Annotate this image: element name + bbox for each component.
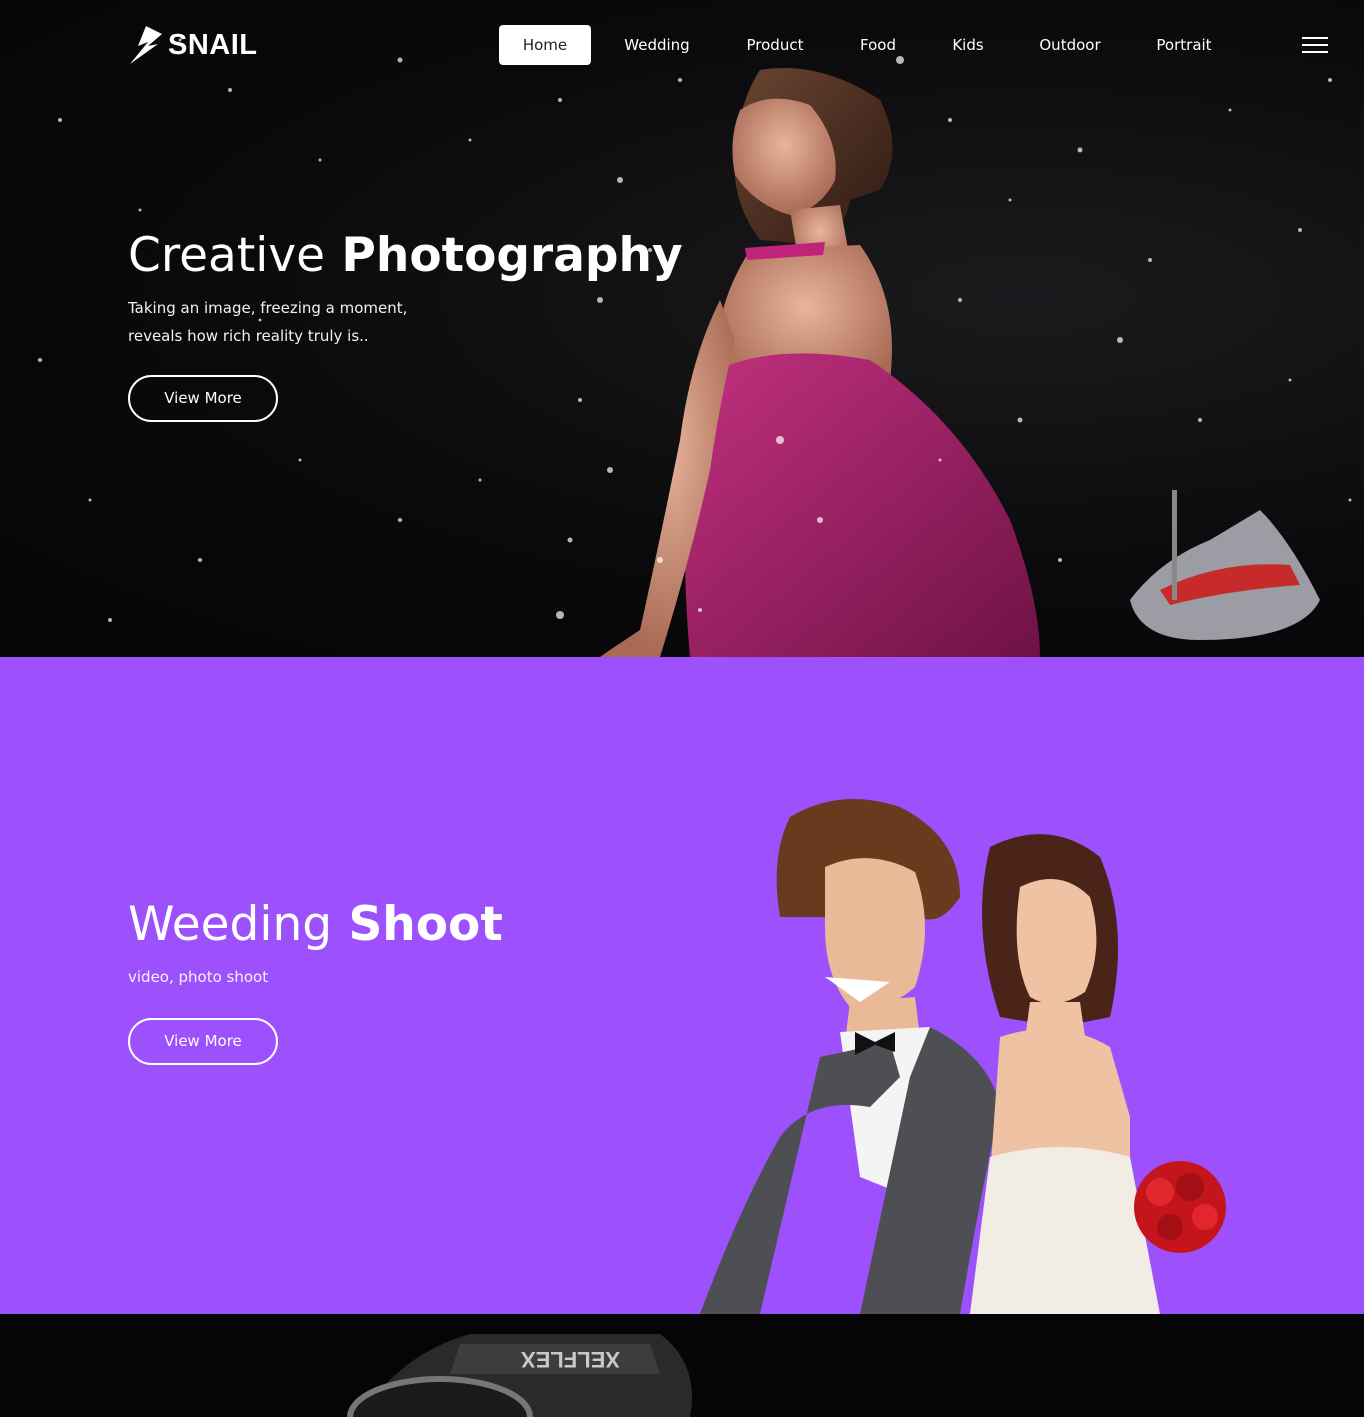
camera-brand-label: XELFLEX [521, 1347, 620, 1372]
nav-item-kids[interactable]: Kids [943, 25, 993, 65]
hero-title-bold: Photography [341, 228, 683, 283]
hero-title-light: Creative [128, 228, 326, 283]
wedding-description: video, photo shoot [128, 968, 269, 986]
wedding-couple-photo [700, 799, 1226, 1314]
hamburger-icon[interactable] [1302, 37, 1328, 53]
nav-item-outdoor[interactable]: Outdoor [1030, 25, 1110, 65]
hero-description-line: Taking an image, freezing a moment, [128, 299, 408, 317]
nav-item-portrait[interactable]: Portrait [1144, 25, 1224, 65]
wedding-view-more-button[interactable]: View More [128, 1018, 278, 1065]
hero-description: Taking an image, freezing a moment, reve… [128, 294, 458, 350]
nav-item-product[interactable]: Product [735, 25, 815, 65]
nav-item-food[interactable]: Food [850, 25, 906, 65]
wedding-title-light: Weeding [128, 897, 333, 952]
nav-item-home[interactable]: Home [499, 25, 591, 65]
nav-item-wedding[interactable]: Wedding [612, 25, 702, 65]
product-slide-preview: XELFLEX [0, 1314, 1364, 1417]
wedding-title-bold: Shoot [348, 897, 503, 952]
hero-slide: SNAIL Home Wedding Product Food Kids Out… [0, 0, 1364, 657]
wedding-title: Weeding Shoot [128, 897, 503, 952]
camera-photo: XELFLEX [347, 1334, 692, 1417]
main-nav: Home Wedding Product Food Kids Outdoor P… [0, 25, 1364, 65]
hero-description-line: reveals how rich reality truly is.. [128, 327, 369, 345]
hero-view-more-button[interactable]: View More [128, 375, 278, 422]
hero-title: Creative Photography [128, 228, 683, 283]
wedding-slide: Weeding Shoot video, photo shoot View Mo… [0, 657, 1364, 1314]
